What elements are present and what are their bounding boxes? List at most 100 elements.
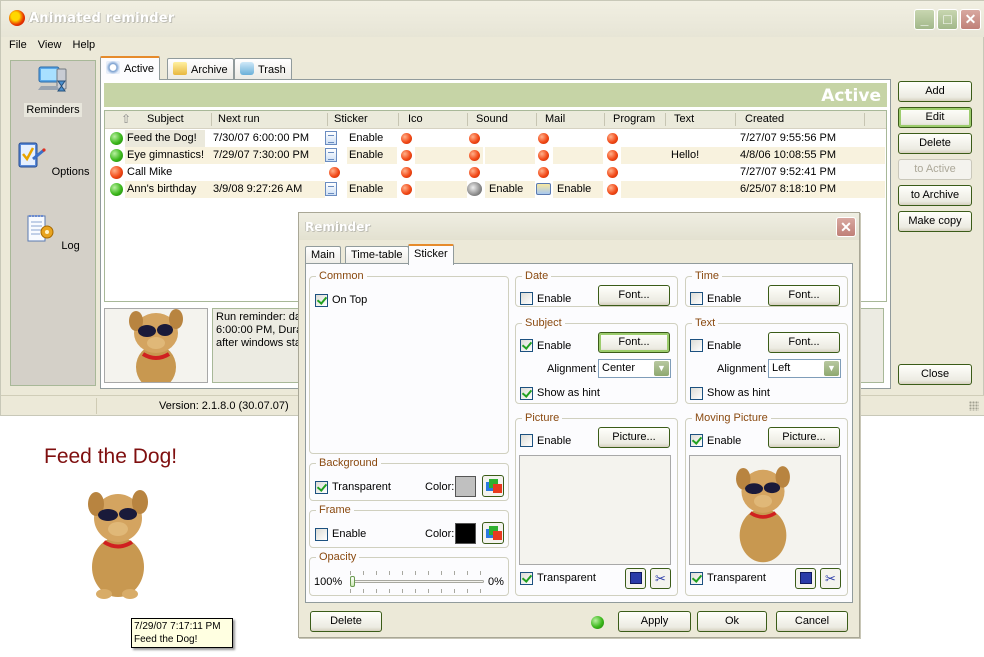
background-color-picker-button[interactable] (482, 475, 504, 497)
column-header-sticker[interactable]: Sticker (334, 113, 368, 125)
minimize-button[interactable]: _ (914, 9, 935, 30)
tab-trash[interactable]: Trash (234, 58, 292, 79)
sidebar-item-log[interactable]: Log (11, 213, 95, 253)
recycle-bin-icon (240, 62, 254, 75)
cell-sound: Enable (489, 183, 524, 195)
enable-label: Enable (707, 340, 742, 352)
frame-enable-checkbox[interactable] (315, 528, 328, 541)
opacity-slider-track[interactable] (350, 580, 484, 583)
open-folder-icon (173, 62, 187, 75)
column-separator[interactable] (211, 113, 212, 126)
subject-font-button[interactable]: Font... (598, 332, 670, 353)
column-header-ico[interactable]: Ico (408, 113, 423, 125)
moving-picture-transparent-checkbox[interactable] (690, 572, 703, 585)
enable-label: Enable (537, 435, 572, 447)
moving-picture-clear-button[interactable]: ✂ (820, 568, 841, 589)
sidebar-item-options[interactable]: Options (11, 139, 95, 179)
moving-picture-save-button[interactable] (795, 568, 816, 589)
picture-clear-button[interactable]: ✂ (650, 568, 671, 589)
moving-picture-browse-button[interactable]: Picture... (768, 427, 840, 448)
table-row[interactable]: Call Mike 7/27/07 9:52:41 PM (105, 164, 886, 181)
cancel-button[interactable]: Cancel (776, 611, 848, 632)
column-separator[interactable] (864, 113, 865, 126)
text-font-button[interactable]: Font... (768, 332, 840, 353)
tab-sticker[interactable]: Sticker (408, 244, 454, 265)
time-enable-checkbox[interactable] (690, 292, 703, 305)
picture-save-button[interactable] (625, 568, 646, 589)
dialog-title-bar[interactable]: Reminder ✕ (299, 213, 859, 240)
dialog-delete-button[interactable]: Delete (310, 611, 382, 632)
ok-button[interactable]: Ok (697, 611, 767, 632)
picture-browse-button[interactable]: Picture... (598, 427, 670, 448)
close-button[interactable]: Close (898, 364, 972, 385)
background-color-swatch[interactable] (455, 476, 476, 497)
column-separator[interactable] (398, 113, 399, 126)
subject-show-hint-checkbox[interactable] (520, 387, 533, 400)
frame-color-picker-button[interactable] (482, 522, 504, 544)
close-window-button[interactable]: ✕ (960, 9, 981, 30)
menu-file[interactable]: File (5, 37, 31, 53)
to-active-button[interactable]: to Active (898, 159, 972, 180)
sticker-dog-picture[interactable] (86, 482, 150, 600)
transparent-label: Transparent (537, 572, 596, 584)
column-header-program[interactable]: Program (613, 113, 655, 125)
column-header-created[interactable]: Created (745, 113, 784, 125)
column-separator[interactable] (536, 113, 537, 126)
apply-button[interactable]: Apply (618, 611, 691, 632)
tab-active[interactable]: Active (100, 56, 160, 80)
delete-button[interactable]: Delete (898, 133, 972, 154)
sidebar-item-reminders[interactable]: Reminders (11, 64, 95, 117)
edit-button[interactable]: Edit (898, 107, 972, 128)
column-separator[interactable] (467, 113, 468, 126)
subject-group: Subject Enable Font... Alignment Center … (515, 317, 678, 404)
sort-arrow-up-icon[interactable]: ⇧ (121, 112, 131, 126)
clock-icon (106, 61, 120, 74)
maximize-button[interactable]: □ (937, 9, 958, 30)
transparent-label: Transparent (707, 572, 766, 584)
table-row[interactable]: Eye gimnastics! 7/29/07 7:30:00 PM Enabl… (105, 147, 886, 164)
subject-alignment-select[interactable]: Center ▼ (598, 359, 671, 378)
picture-enable-checkbox[interactable] (520, 434, 533, 447)
make-copy-button[interactable]: Make copy (898, 211, 972, 232)
frame-color-swatch[interactable] (455, 523, 476, 544)
menu-view[interactable]: View (34, 37, 66, 53)
to-archive-button[interactable]: to Archive (898, 185, 972, 206)
menu-help[interactable]: Help (69, 37, 100, 53)
chevron-down-icon[interactable]: ▼ (824, 361, 839, 376)
alignment-label: Alignment (547, 363, 596, 375)
resize-grip[interactable] (969, 401, 979, 411)
table-row[interactable]: Feed the Dog! 7/30/07 6:00:00 PM Enable … (105, 130, 886, 147)
column-header-next-run[interactable]: Next run (218, 113, 260, 125)
column-header-mail[interactable]: Mail (545, 113, 565, 125)
moving-picture-enable-checkbox[interactable] (690, 434, 703, 447)
tab-archive[interactable]: Archive (167, 58, 234, 79)
column-separator[interactable] (735, 113, 736, 126)
column-separator[interactable] (604, 113, 605, 126)
table-row[interactable]: Ann's birthday 3/9/08 9:27:26 AM Enable … (105, 181, 886, 198)
text-show-hint-checkbox[interactable] (690, 387, 703, 400)
text-alignment-select[interactable]: Left ▼ (768, 359, 841, 378)
on-top-checkbox[interactable] (315, 294, 328, 307)
date-font-button[interactable]: Font... (598, 285, 670, 306)
dialog-close-button[interactable]: ✕ (836, 217, 856, 237)
opacity-slider-thumb[interactable] (350, 576, 355, 587)
picture-transparent-checkbox[interactable] (520, 572, 533, 585)
sticker-settings-page: Common On Top Background Transparent Col… (305, 263, 853, 603)
column-separator[interactable] (327, 113, 328, 126)
text-enable-checkbox[interactable] (690, 339, 703, 352)
chevron-down-icon[interactable]: ▼ (654, 361, 669, 376)
group-label: Text (695, 317, 716, 329)
column-header-subject[interactable]: Subject (147, 113, 184, 125)
background-transparent-checkbox[interactable] (315, 481, 328, 494)
sound-off-icon (469, 167, 480, 178)
subject-enable-checkbox[interactable] (520, 339, 533, 352)
status-inactive-icon (110, 166, 123, 179)
column-header-text[interactable]: Text (674, 113, 694, 125)
time-font-button[interactable]: Font... (768, 285, 840, 306)
title-bar[interactable]: Animated reminder _ □ ✕ (1, 1, 984, 37)
column-header-sound[interactable]: Sound (476, 113, 508, 125)
column-separator[interactable] (665, 113, 666, 126)
reminder-dialog: Reminder ✕ Main Time-table Sticker Commo… (298, 212, 860, 638)
add-button[interactable]: Add (898, 81, 972, 102)
date-enable-checkbox[interactable] (520, 292, 533, 305)
